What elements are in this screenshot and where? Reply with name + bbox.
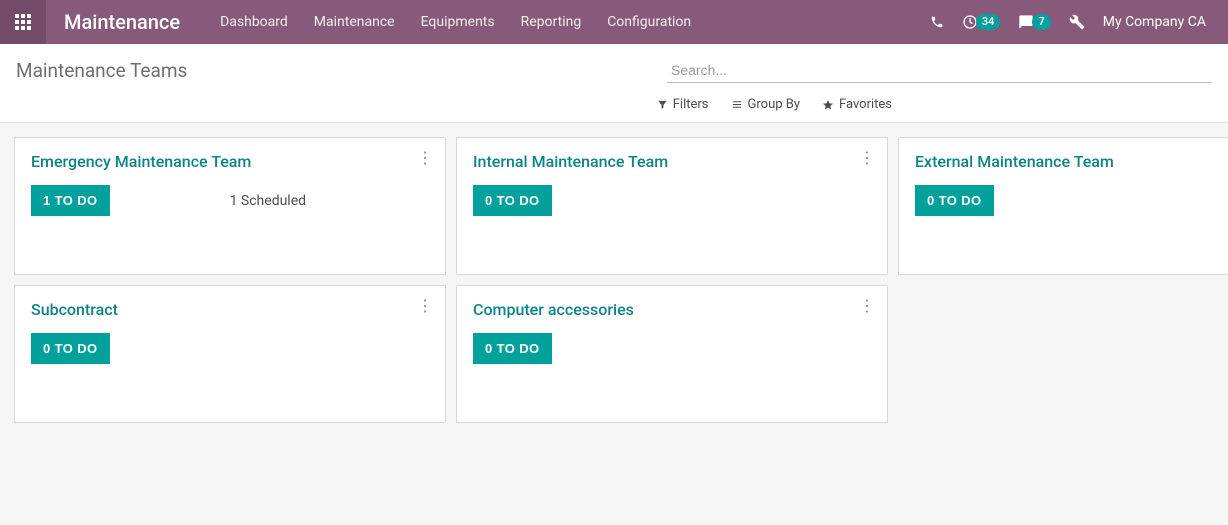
apps-grid-icon [15,14,31,30]
phone-icon[interactable] [930,15,944,29]
filters-button[interactable]: Filters [657,97,709,112]
breadcrumb: Maintenance Teams [16,59,187,82]
team-card: ⋮ Subcontract 0 TO DO [14,285,446,423]
team-card: ⋮ External Maintenance Team 0 TO DO [898,137,1228,275]
group-by-label: Group By [748,97,801,112]
filters-label: Filters [673,97,709,112]
scheduled-label[interactable]: 1 Scheduled [230,193,306,209]
menu-equipments[interactable]: Equipments [421,14,495,30]
group-by-button[interactable]: Group By [731,97,801,112]
topbar: Maintenance Dashboard Maintenance Equipm… [0,0,1228,44]
kanban-board: ⋮ Emergency Maintenance Team 1 TO DO 1 S… [0,123,1228,437]
team-title[interactable]: Subcontract [31,300,429,319]
star-icon [822,99,834,111]
team-title[interactable]: External Maintenance Team [915,152,1228,171]
activity-badge: 34 [976,14,1001,30]
favorites-button[interactable]: Favorites [822,97,892,112]
team-card: ⋮ Internal Maintenance Team 0 TO DO [456,137,888,275]
apps-icon[interactable] [0,0,46,44]
list-icon [731,99,743,110]
kebab-icon[interactable]: ⋮ [859,150,875,166]
todo-button[interactable]: 0 TO DO [473,185,552,216]
kebab-icon[interactable]: ⋮ [859,298,875,314]
team-card: ⋮ Computer accessories 0 TO DO [456,285,888,423]
activity-icon[interactable]: 34 [962,14,1001,30]
todo-button[interactable]: 0 TO DO [915,185,994,216]
discuss-badge: 7 [1032,14,1050,30]
todo-button[interactable]: 0 TO DO [31,333,110,364]
company-switcher[interactable]: My Company CA [1103,14,1206,30]
kebab-icon[interactable]: ⋮ [417,150,433,166]
team-card: ⋮ Emergency Maintenance Team 1 TO DO 1 S… [14,137,446,275]
todo-button[interactable]: 0 TO DO [473,333,552,364]
menu-maintenance[interactable]: Maintenance [314,14,395,30]
menu-dashboard[interactable]: Dashboard [220,14,288,30]
kebab-icon[interactable]: ⋮ [417,298,433,314]
search-input[interactable] [667,58,1212,83]
menu-configuration[interactable]: Configuration [607,14,691,30]
menu-reporting[interactable]: Reporting [521,14,582,30]
favorites-label: Favorites [839,97,892,112]
control-panel: Maintenance Teams Filters Group By Favor… [0,44,1228,123]
todo-button[interactable]: 1 TO DO [31,185,110,216]
settings-icon[interactable] [1069,14,1085,30]
main-menu: Dashboard Maintenance Equipments Reporti… [220,14,691,30]
discuss-icon[interactable]: 7 [1018,14,1050,30]
systray: 34 7 My Company CA [930,14,1228,30]
team-title[interactable]: Internal Maintenance Team [473,152,871,171]
funnel-icon [657,99,668,110]
team-title[interactable]: Emergency Maintenance Team [31,152,429,171]
brand-title[interactable]: Maintenance [64,10,180,34]
team-title[interactable]: Computer accessories [473,300,871,319]
